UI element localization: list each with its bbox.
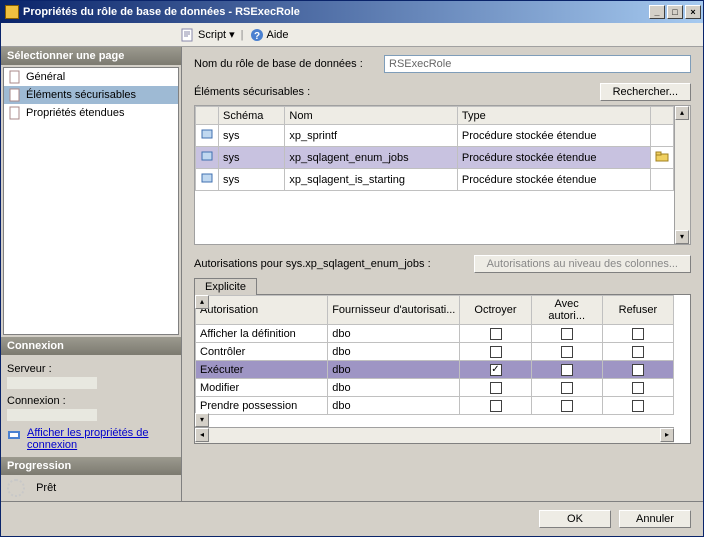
scroll-down-icon[interactable]: ▾ (195, 413, 209, 427)
titlebar[interactable]: Propriétés du rôle de base de données - … (1, 1, 703, 23)
script-icon (181, 28, 195, 42)
browse-icon[interactable] (651, 147, 674, 169)
column-permissions-button: Autorisations au niveau des colonnes... (474, 255, 691, 273)
connection-header: Connexion (1, 337, 181, 355)
script-menu[interactable]: Script ▾ (181, 28, 235, 42)
deny-checkbox[interactable] (632, 364, 644, 376)
svg-text:?: ? (253, 31, 259, 42)
nav-extended-label: Propriétés étendues (26, 107, 124, 119)
deny-checkbox[interactable] (632, 382, 644, 394)
withgrant-checkbox[interactable] (561, 382, 573, 394)
help-label: Aide (267, 29, 289, 41)
view-connection-props-link[interactable]: Afficher les propriétés de connexion (27, 427, 175, 451)
connection-value (7, 409, 97, 421)
perm-header-deny[interactable]: Refuser (602, 296, 673, 325)
perm-header-permission[interactable]: Autorisation (196, 296, 328, 325)
securables-grid[interactable]: Schéma Nom Type sys xp_sprintf Procédure… (194, 105, 691, 245)
script-label: Script (198, 29, 226, 41)
table-row[interactable]: Prendre possession dbo (196, 397, 674, 415)
role-name-field: RSExecRole (384, 55, 691, 73)
chevron-down-icon: ▾ (229, 28, 235, 41)
table-row[interactable]: sys xp_sprintf Procédure stockée étendue (196, 125, 674, 147)
table-row[interactable]: Contrôler dbo (196, 343, 674, 361)
scroll-down-icon[interactable]: ▾ (675, 230, 689, 244)
grant-checkbox[interactable] (490, 400, 502, 412)
proc-icon (196, 125, 219, 147)
table-row[interactable]: Modifier dbo (196, 379, 674, 397)
deny-checkbox[interactable] (632, 328, 644, 340)
grid-header-type[interactable]: Type (457, 107, 650, 125)
help-menu[interactable]: ? Aide (250, 28, 289, 42)
table-row[interactable]: Exécuter dbo ✓ (196, 361, 674, 379)
grid-header-schema[interactable]: Schéma (219, 107, 285, 125)
toolbar-separator: | (241, 29, 244, 41)
securables-label: Éléments sécurisables : (194, 86, 600, 98)
scroll-up-icon[interactable]: ▴ (195, 295, 209, 309)
perm-header-withgrant[interactable]: Avec autori... (531, 296, 602, 325)
scroll-right-icon[interactable]: ▸ (660, 428, 674, 442)
tab-explicit[interactable]: Explicite (194, 278, 257, 295)
table-row[interactable]: sys xp_sqlagent_is_starting Procédure st… (196, 169, 674, 191)
withgrant-checkbox[interactable] (561, 364, 573, 376)
progress-header: Progression (1, 457, 181, 475)
close-button[interactable]: × (685, 5, 701, 19)
grid-header-name[interactable]: Nom (285, 107, 458, 125)
grant-checkbox[interactable] (490, 346, 502, 358)
page-icon (8, 70, 22, 84)
minimize-button[interactable]: _ (649, 5, 665, 19)
horizontal-scrollbar[interactable]: ◂ ▸ (195, 427, 674, 443)
table-row[interactable]: Afficher la définition dbo (196, 325, 674, 343)
grant-checkbox[interactable] (490, 328, 502, 340)
page-icon (8, 88, 22, 102)
permissions-for-label: Autorisations pour sys.xp_sqlagent_enum_… (194, 258, 474, 270)
server-value (7, 377, 97, 389)
table-row[interactable]: sys xp_sqlagent_enum_jobs Procédure stoc… (196, 147, 674, 169)
grid-header-icon (196, 107, 219, 125)
page-icon (8, 106, 22, 120)
connection-label: Connexion : (7, 395, 175, 407)
role-name-label: Nom du rôle de base de données : (194, 58, 384, 70)
connection-props-icon (7, 427, 21, 441)
permissions-grid[interactable]: Autorisation Fournisseur d'autorisati...… (194, 294, 691, 444)
grant-checkbox[interactable] (490, 382, 502, 394)
cancel-button[interactable]: Annuler (619, 510, 691, 528)
deny-checkbox[interactable] (632, 346, 644, 358)
nav-general[interactable]: Général (4, 68, 178, 86)
window-title: Propriétés du rôle de base de données - … (23, 6, 649, 18)
spinner-icon (7, 479, 25, 497)
progress-status: Prêt (36, 482, 56, 494)
search-button[interactable]: Rechercher... (600, 83, 691, 101)
select-page-header: Sélectionner une page (1, 47, 181, 65)
grant-checkbox[interactable]: ✓ (490, 364, 502, 376)
page-navigator: Général Éléments sécurisables Propriétés… (3, 67, 179, 335)
withgrant-checkbox[interactable] (561, 400, 573, 412)
nav-securables-label: Éléments sécurisables (26, 89, 136, 101)
proc-icon (196, 147, 219, 169)
withgrant-checkbox[interactable] (561, 346, 573, 358)
nav-general-label: Général (26, 71, 65, 83)
maximize-button[interactable]: □ (667, 5, 683, 19)
nav-securables[interactable]: Éléments sécurisables (4, 86, 178, 104)
perm-header-grantor[interactable]: Fournisseur d'autorisati... (328, 296, 460, 325)
vertical-scrollbar[interactable]: ▴ ▾ (674, 106, 690, 244)
toolbar: Script ▾ | ? Aide (1, 23, 703, 47)
perm-header-grant[interactable]: Octroyer (460, 296, 531, 325)
proc-icon (196, 169, 219, 191)
withgrant-checkbox[interactable] (561, 328, 573, 340)
app-icon (5, 5, 19, 19)
scroll-up-icon[interactable]: ▴ (675, 106, 689, 120)
scroll-left-icon[interactable]: ◂ (195, 428, 209, 442)
help-icon: ? (250, 28, 264, 42)
ok-button[interactable]: OK (539, 510, 611, 528)
nav-extended[interactable]: Propriétés étendues (4, 104, 178, 122)
server-label: Serveur : (7, 363, 175, 375)
deny-checkbox[interactable] (632, 400, 644, 412)
grid-header-action (651, 107, 674, 125)
